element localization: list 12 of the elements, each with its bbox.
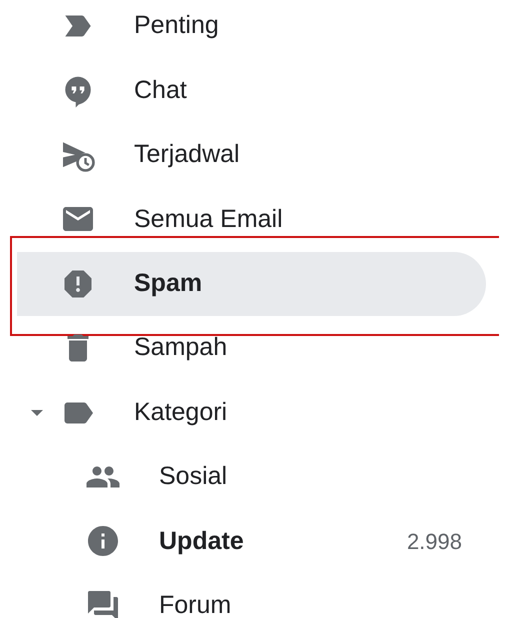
sidebar-item[interactable]: Penting (17, 0, 486, 58)
sidebar-item[interactable]: Semua Email (17, 187, 486, 252)
caret-icon[interactable] (31, 410, 43, 416)
sidebar-item[interactable]: Update 2.998 (17, 509, 486, 574)
unread-count: 2.998 (406, 528, 462, 556)
sidebar-item[interactable]: Forum (17, 574, 486, 618)
sidebar-item[interactable]: Terjadwal (17, 122, 486, 188)
sidebar-item[interactable]: Sosial (17, 444, 486, 510)
sidebar-item[interactable]: Kategori (17, 380, 486, 445)
sidebar-item[interactable]: Spam (17, 252, 486, 316)
sidebar-item[interactable]: Sampah (17, 316, 486, 380)
sidebar-item[interactable]: Chat (17, 58, 486, 123)
